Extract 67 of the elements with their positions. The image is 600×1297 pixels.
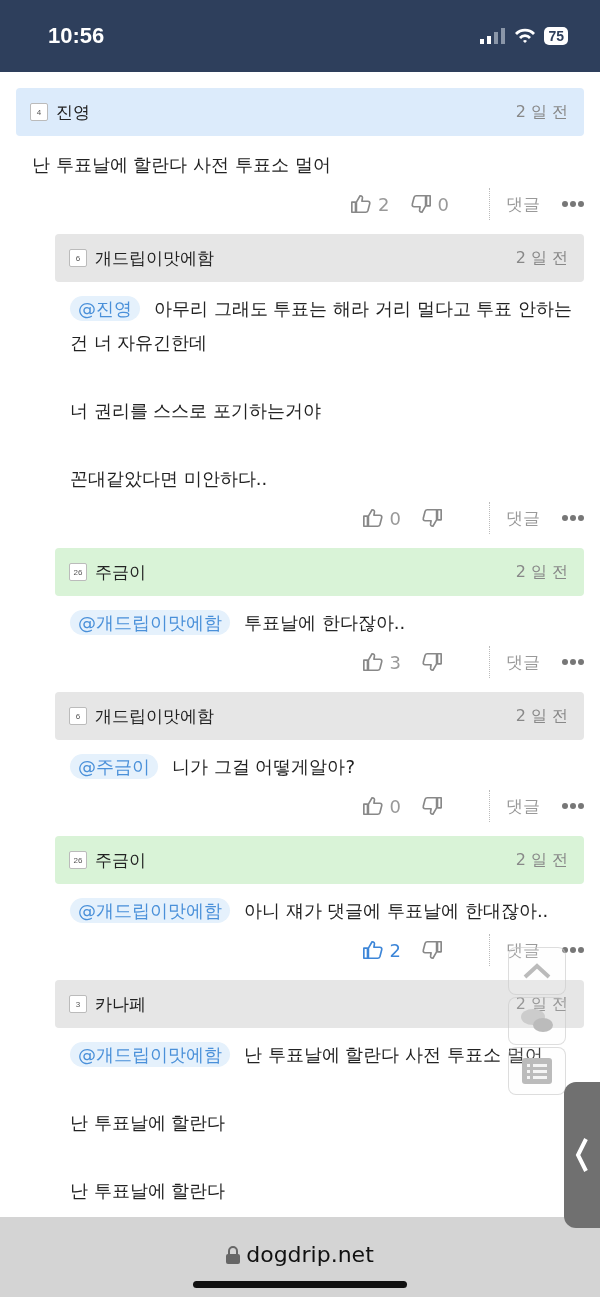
comment-time: 2 일 전: [515, 849, 568, 871]
comment-text: 난 투표날에 할란다 사전 투표소 멀어: [32, 153, 331, 177]
signal-icon: [480, 28, 507, 44]
mention-tag[interactable]: @진영: [70, 296, 140, 321]
comment-time: 2 일 전: [515, 561, 568, 583]
wifi-icon: [514, 28, 537, 44]
comment-time: 2 일 전: [515, 705, 568, 727]
like-count: 3: [389, 651, 401, 673]
chevron-left-icon: [575, 1137, 589, 1173]
more-icon[interactable]: [562, 515, 584, 521]
reply-link[interactable]: 댓글: [506, 650, 540, 674]
thumbs-down-icon[interactable]: [421, 939, 443, 961]
mention-tag[interactable]: @개드립이맛에함: [70, 1042, 230, 1067]
thumbs-up-icon[interactable]: [361, 795, 384, 817]
more-icon[interactable]: [562, 803, 584, 809]
comment-text: 너 권리를 스스로 포기하는거야: [70, 399, 322, 423]
like-count: 0: [389, 507, 401, 529]
side-panel-tab[interactable]: [564, 1082, 600, 1228]
level-badge: 6: [69, 707, 87, 725]
like-count: 0: [389, 795, 401, 817]
thumbs-down-icon[interactable]: [409, 193, 432, 215]
author-name[interactable]: 개드립이맛에함: [95, 246, 508, 270]
url-domain[interactable]: dogdrip.net: [246, 1242, 374, 1267]
comment-text: 난 투표날에 할란다: [70, 1111, 226, 1135]
author-name[interactable]: 주금이: [95, 848, 508, 872]
thumbs-down-icon[interactable]: [421, 795, 443, 817]
reply-link[interactable]: 댓글: [506, 794, 540, 818]
thumbs-up-icon[interactable]: [361, 651, 384, 673]
more-icon[interactable]: [562, 947, 584, 953]
mention-tag[interactable]: @개드립이맛에함: [70, 610, 230, 635]
thumbs-down-icon[interactable]: [421, 507, 443, 529]
author-name[interactable]: 개드립이맛에함: [95, 704, 508, 728]
thumbs-up-icon[interactable]: [361, 507, 384, 529]
comment-text: @개드립이맛에함 아니 쟤가 댓글에 투표날에 한대잖아..: [70, 894, 549, 928]
dislike-count: 0: [437, 193, 449, 215]
reply-link[interactable]: 댓글: [506, 938, 540, 962]
reply-link[interactable]: 댓글: [506, 192, 540, 216]
comment-text: 꼰대같았다면 미안하다..: [70, 467, 268, 491]
battery-level: 75: [544, 27, 568, 45]
thumbs-up-icon[interactable]: [350, 193, 373, 215]
level-badge: 26: [69, 563, 87, 581]
comment-text: @진영 아무리 그래도 투표는 해라 거리 멀다고 투표 안하는건 너 자유긴한데: [70, 295, 574, 355]
comment-time: 2 일 전: [515, 101, 568, 123]
mention-tag[interactable]: @개드립이맛에함: [70, 898, 230, 923]
author-name[interactable]: 주금이: [95, 560, 508, 584]
more-icon[interactable]: [562, 201, 584, 207]
comment-text: 난 투표날에 할란다: [70, 1179, 226, 1203]
author-name[interactable]: 카나페: [95, 992, 508, 1016]
comment-time: 2 일 전: [515, 247, 568, 269]
lock-icon: [226, 1245, 241, 1264]
like-count: 2: [389, 939, 401, 961]
level-badge: 3: [69, 995, 87, 1013]
level-badge: 4: [30, 103, 48, 121]
like-count: 2: [378, 193, 390, 215]
thumbs-up-icon[interactable]: [361, 939, 384, 961]
more-icon[interactable]: [562, 659, 584, 665]
chevron-up-icon: [523, 963, 551, 979]
level-badge: 26: [69, 851, 87, 869]
comment-text: @개드립이맛에함 투표날에 한다잖아..: [70, 606, 406, 640]
mention-tag[interactable]: @주금이: [70, 754, 158, 779]
author-name[interactable]: 진영: [56, 100, 508, 124]
comment-text: @주금이 니가 그걸 어떻게알아?: [70, 750, 355, 784]
reply-link[interactable]: 댓글: [506, 506, 540, 530]
clock-time: 10:56: [48, 23, 106, 49]
list-button[interactable]: [508, 1047, 566, 1095]
level-badge: 6: [69, 249, 87, 267]
thumbs-down-icon[interactable]: [421, 651, 443, 673]
